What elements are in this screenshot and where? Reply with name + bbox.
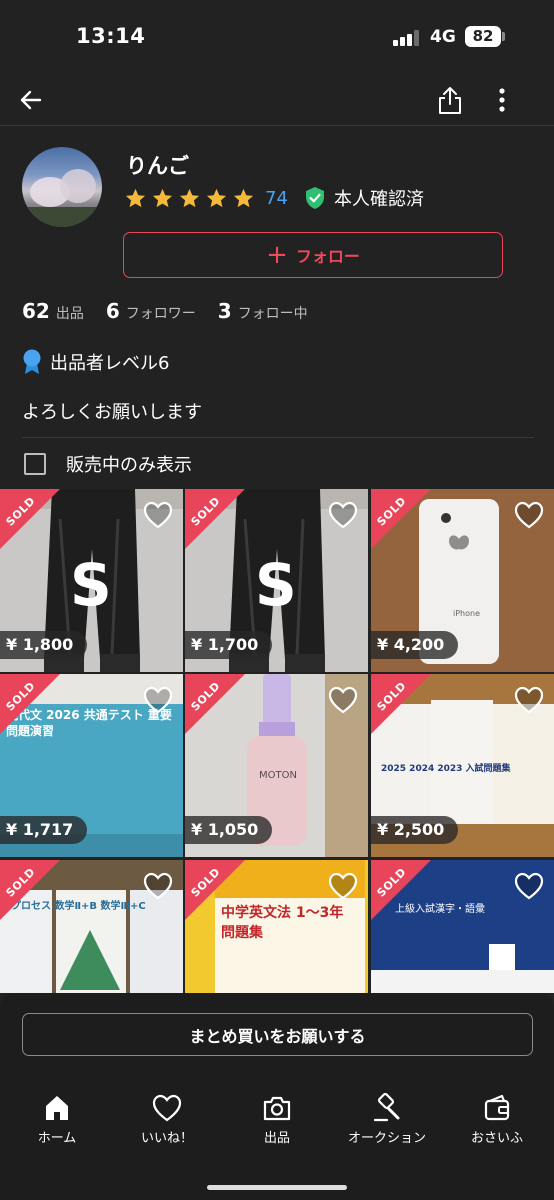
network-type: 4G (430, 27, 456, 47)
on-sale-checkbox[interactable] (24, 453, 46, 475)
verified-label: 本人確認済 (334, 189, 424, 210)
follower-label[interactable]: フォロワー (126, 303, 196, 323)
rating-count[interactable]: 74 (265, 188, 288, 209)
status-time: 13:14 (76, 24, 146, 48)
share-button[interactable] (432, 82, 468, 118)
profile-stats: 62 出品 6 フォロワー 3 フォロー中 (22, 299, 330, 327)
tab-likes[interactable]: いいね！ (112, 1093, 222, 1153)
item-tile[interactable]: S SOLD ¥ 1,700 (185, 489, 368, 672)
item-overlay-text: 2025 2024 2023 入試問題集 (381, 764, 511, 774)
rating[interactable]: 74 (124, 186, 288, 210)
following-count[interactable]: 3 (218, 299, 232, 323)
follower-count[interactable]: 6 (106, 299, 120, 323)
avatar[interactable] (22, 147, 102, 227)
heart-icon[interactable] (328, 872, 358, 900)
status-bar: 13:14 4G 82 (0, 0, 554, 74)
heart-icon[interactable] (514, 501, 544, 529)
heart-icon (152, 1094, 182, 1122)
item-price: ¥ 4,200 (371, 631, 459, 659)
battery-tip (502, 32, 505, 41)
listing-label[interactable]: 出品 (56, 303, 84, 323)
item-overlay-text: MOTON (259, 770, 297, 781)
heart-icon[interactable] (143, 501, 173, 529)
heart-icon[interactable] (514, 686, 544, 714)
star-icon (125, 188, 146, 207)
star-icon (179, 188, 200, 207)
tab-label: オークション (347, 1131, 426, 1146)
item-overlay-text: S (255, 551, 297, 619)
item-tile[interactable]: 上級入試漢字・語彙 SOLD (371, 860, 554, 993)
item-price: ¥ 2,500 (371, 816, 459, 844)
item-price: ¥ 1,717 (0, 816, 88, 844)
tab-wallet[interactable]: おさいふ (442, 1093, 552, 1153)
item-price: ¥ 1,050 (185, 816, 273, 844)
heart-icon[interactable] (328, 501, 358, 529)
tab-bar: ホーム いいね！ 出品 オークション おさいふ (0, 1093, 554, 1153)
star-icon (233, 188, 254, 207)
item-overlay-text: S (70, 551, 112, 619)
seller-level: 出品者レベル6 (22, 348, 169, 376)
tab-label: おさいふ (470, 1131, 523, 1146)
item-price: ¥ 1,700 (185, 631, 273, 659)
item-tile[interactable]: 現代文 2026 共通テスト 重要問題演習 SOLD ¥ 1,717 (0, 674, 183, 857)
tab-label: 出品 (263, 1131, 290, 1146)
item-overlay-text: iPhone (453, 609, 481, 618)
follow-button[interactable]: + フォロー (123, 232, 503, 278)
tab-home[interactable]: ホーム (2, 1093, 112, 1153)
shield-check-icon (306, 187, 324, 209)
tab-auction[interactable]: オークション (332, 1093, 442, 1153)
bulk-purchase-button[interactable]: まとめ買いをお願いする (22, 1013, 533, 1056)
plus-icon: + (266, 240, 288, 270)
signal-icon (393, 30, 423, 46)
battery-icon: 82 (465, 26, 501, 47)
item-tile[interactable]: S SOLD ¥ 1,800 (0, 489, 183, 672)
home-indicator (207, 1185, 347, 1190)
on-sale-filter-label[interactable]: 販売中のみ表示 (66, 451, 192, 477)
camera-icon (263, 1096, 291, 1121)
item-tile[interactable]: 中学英文法 1〜3年 問題集 SOLD (185, 860, 368, 993)
heart-icon[interactable] (328, 686, 358, 714)
arrow-left-icon (20, 90, 42, 110)
gavel-icon (373, 1093, 400, 1122)
home-icon (46, 1096, 68, 1120)
heart-icon[interactable] (143, 686, 173, 714)
more-vertical-icon (499, 88, 505, 112)
tab-label: いいね！ (140, 1131, 193, 1146)
wallet-icon (484, 1094, 510, 1121)
star-icon (152, 188, 173, 207)
seller-level-label: 出品者レベル6 (50, 353, 170, 374)
item-price: ¥ 1,800 (0, 631, 88, 659)
verified-badge: 本人確認済 (304, 186, 424, 210)
item-tile[interactable]: iPhone SOLD ¥ 4,200 (371, 489, 554, 672)
tab-sell[interactable]: 出品 (222, 1093, 332, 1153)
award-badge-icon (23, 349, 41, 374)
tab-label: ホーム (37, 1131, 77, 1146)
item-tile[interactable]: 2025 2024 2023 入試問題集 SOLD ¥ 2,500 (371, 674, 554, 857)
back-button[interactable] (13, 82, 49, 118)
following-label[interactable]: フォロー中 (238, 303, 308, 323)
listing-count[interactable]: 62 (22, 299, 50, 323)
heart-icon[interactable] (514, 872, 544, 900)
heart-icon[interactable] (143, 872, 173, 900)
star-icon (206, 188, 227, 207)
profile-bio: よろしくお願いします (22, 402, 202, 423)
more-button[interactable] (484, 82, 520, 118)
on-sale-filter[interactable]: 販売中のみ表示 (24, 450, 192, 478)
follow-label: フォロー (295, 247, 360, 266)
bottom-sheet: まとめ買いをお願いする ホーム いいね！ 出品 オークション おさいふ (0, 993, 554, 1200)
nav-bar (0, 74, 554, 126)
item-tile[interactable]: 4プロセス 数学Ⅱ+B 数学Ⅲ+C SOLD (0, 860, 183, 993)
divider (22, 437, 534, 438)
share-icon (439, 87, 461, 114)
user-name: りんご (126, 154, 189, 178)
item-tile[interactable]: MOTON SOLD ¥ 1,050 (185, 674, 368, 857)
